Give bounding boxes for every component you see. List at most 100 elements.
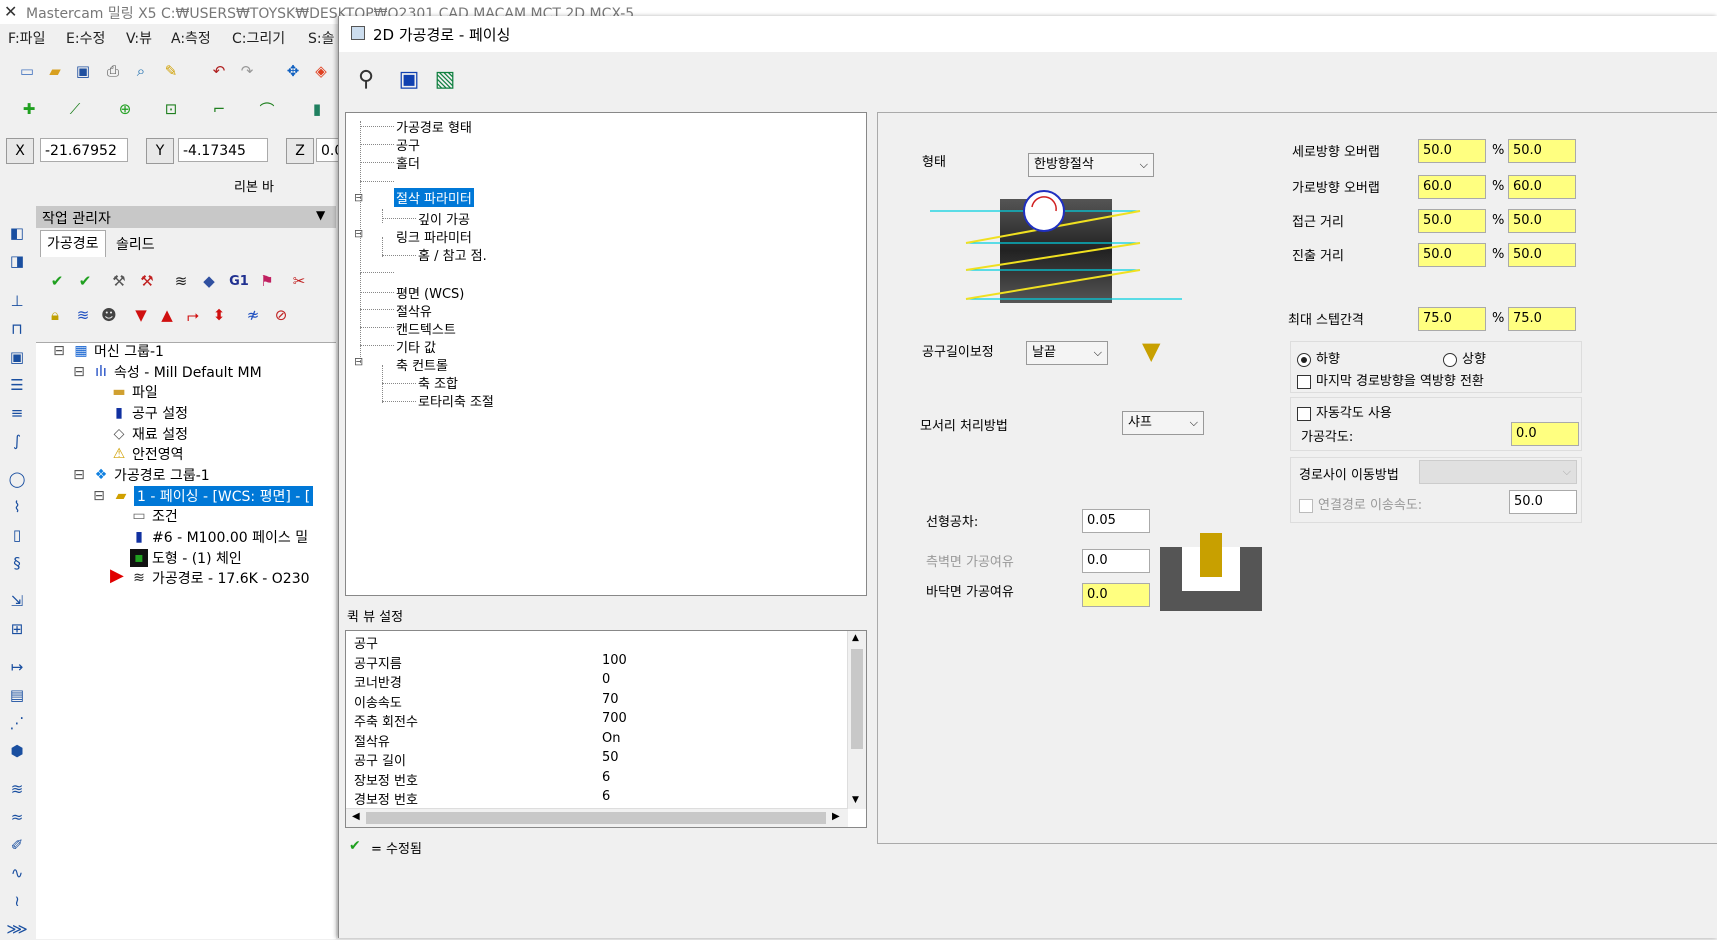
pan-icon[interactable]: ✥: [282, 60, 304, 82]
circle-icon[interactable]: ⊕: [114, 98, 136, 120]
regenerate-dirty-icon[interactable]: ⚒: [136, 270, 158, 292]
qv-horizontal-scrollbar[interactable]: ◀ ▶: [346, 808, 848, 827]
view-top-icon[interactable]: ◧: [4, 222, 30, 244]
new-file-icon[interactable]: ▭: [16, 60, 38, 82]
print-preview-icon[interactable]: ⌕: [130, 60, 152, 82]
link-feed-input[interactable]: 50.0: [1509, 490, 1577, 514]
overlap-pct-input[interactable]: 60.0: [1418, 175, 1486, 199]
spline-icon[interactable]: ⌒: [256, 98, 278, 120]
qv-vertical-scrollbar[interactable]: ▲ ▼: [847, 631, 866, 809]
overlap-value-input[interactable]: 50.0: [1508, 243, 1576, 267]
only-display-selected-icon[interactable]: ≉: [242, 304, 264, 326]
spiral-icon[interactable]: §: [4, 552, 30, 574]
tree-item-tool-settings[interactable]: ▮ 공구 설정: [110, 403, 188, 423]
nav-coolant[interactable]: 절삭유: [396, 301, 432, 320]
tree-item-parameters[interactable]: ▭ 조건: [130, 506, 177, 526]
style-select[interactable]: 한방향절삭 ⌵: [1028, 153, 1154, 177]
chart-icon[interactable]: ▤: [4, 684, 30, 706]
menu-view[interactable]: V:뷰: [126, 28, 152, 48]
move-up-icon[interactable]: ▲: [156, 304, 178, 326]
floor-stock-input[interactable]: 0.0: [1082, 583, 1150, 607]
nav-tool[interactable]: 공구: [396, 135, 420, 154]
insert-after-icon[interactable]: ⮣: [182, 304, 204, 326]
nav-linking-parameters[interactable]: 링크 파라미터: [396, 227, 472, 246]
surface-scallop-icon[interactable]: ≀: [4, 890, 30, 912]
tree-item-files[interactable]: ▬ 파일: [110, 382, 157, 402]
line-icon[interactable]: ⟋: [64, 98, 86, 120]
dimension-icon[interactable]: ↦: [4, 656, 30, 678]
nav-axis-control[interactable]: 축 컨트롤: [396, 355, 448, 374]
tree-item-geometry[interactable]: ▪ 도형 - (1) 체인: [130, 548, 242, 568]
angle-input[interactable]: 0.0: [1511, 422, 1579, 446]
lock-icon[interactable]: 🔒︎: [44, 304, 66, 326]
overlap-value-input[interactable]: 50.0: [1508, 209, 1576, 233]
redo-icon[interactable]: ↷: [236, 60, 258, 82]
nav-cut-parameters[interactable]: 절삭 파라미터: [394, 188, 474, 207]
scroll-up-icon[interactable]: ▲: [852, 633, 859, 643]
render-icon[interactable]: ◈: [310, 60, 332, 82]
tree-item-toolpath-group[interactable]: ⊟ ❖ 가공경로 그룹-1: [70, 465, 210, 485]
tool-comp-select[interactable]: 날끝 ⌵: [1026, 341, 1108, 365]
thread-icon[interactable]: ∫: [4, 430, 30, 452]
help-icon[interactable]: ⊘: [270, 304, 292, 326]
reverse-last-checkbox[interactable]: 마지막 경로방향을 역방향 전환: [1297, 370, 1484, 389]
overlap-pct-input[interactable]: 50.0: [1418, 139, 1486, 163]
scroll-to-insert-icon[interactable]: ⬍: [208, 304, 230, 326]
move-down-icon[interactable]: ▼: [130, 304, 152, 326]
auto-angle-checkbox[interactable]: 자동각도 사용: [1297, 402, 1392, 421]
nav-canned-text[interactable]: 캔드텍스트: [396, 319, 456, 338]
helix-bore-icon[interactable]: ⌇: [4, 496, 30, 518]
select-all-ops-icon[interactable]: ✔: [46, 270, 68, 292]
nest-icon[interactable]: ⊞: [4, 618, 30, 640]
stock-model-icon[interactable]: ⬢: [4, 740, 30, 762]
tree-item-safety-zone[interactable]: ⚠ 안전영역: [110, 444, 184, 464]
transform-icon[interactable]: ⇲: [4, 590, 30, 612]
backplot-icon[interactable]: ≋: [170, 270, 192, 292]
surface-pencil-icon[interactable]: ✐: [4, 834, 30, 856]
tab-toolpaths[interactable]: 가공경로: [40, 230, 106, 257]
menu-analyze[interactable]: A:측정: [171, 28, 211, 48]
surface-flowline-icon[interactable]: ∿: [4, 862, 30, 884]
surface-blend-icon[interactable]: ⋙: [4, 918, 30, 940]
nav-toolpath-type[interactable]: 가공경로 형태: [396, 117, 472, 136]
dropdown-arrow-icon[interactable]: ▼: [316, 208, 325, 222]
hint-icon[interactable]: ✎: [160, 60, 182, 82]
wall-stock-input[interactable]: 0.0: [1082, 549, 1150, 573]
overlap-pct-input[interactable]: 50.0: [1418, 209, 1486, 233]
scroll-right-icon[interactable]: ▶: [832, 811, 840, 822]
load-defaults-icon[interactable]: ▧: [431, 64, 459, 94]
tree-item-tool[interactable]: ▮ #6 - M100.00 페이스 밀: [130, 527, 308, 547]
surface-icon[interactable]: ▮: [306, 98, 328, 120]
contour-icon[interactable]: ⊓: [4, 318, 30, 340]
collapse-icon[interactable]: ⊟: [354, 355, 363, 368]
max-step-value-input[interactable]: 75.0: [1508, 307, 1576, 331]
z-coord-input[interactable]: 0.0: [316, 138, 343, 162]
collapse-icon[interactable]: ⊟: [354, 227, 363, 240]
nav-axis-combination[interactable]: 축 조합: [418, 373, 458, 392]
max-step-pct-input[interactable]: 75.0: [1418, 307, 1486, 331]
circle-mill-icon[interactable]: ◯: [4, 468, 30, 490]
collapse-icon[interactable]: ⊟: [354, 191, 363, 204]
dir-up-radio[interactable]: 상향: [1443, 348, 1486, 367]
scroll-down-icon[interactable]: ▼: [852, 795, 859, 805]
slot-icon[interactable]: ≡: [4, 402, 30, 424]
print-icon[interactable]: ⎙: [102, 60, 124, 82]
toggle-post-icon[interactable]: ☻: [98, 304, 120, 326]
open-folder-icon[interactable]: ▰: [44, 60, 66, 82]
corner-select[interactable]: 샤프 ⌵: [1122, 411, 1204, 435]
save-defaults-icon[interactable]: ▣: [395, 64, 423, 94]
tool-select-icon[interactable]: ⚲: [353, 64, 379, 94]
nav-misc-values[interactable]: 기타 값: [396, 337, 436, 356]
insert-arrow-icon[interactable]: ▶: [110, 565, 124, 586]
scroll-left-icon[interactable]: ◀: [352, 811, 360, 822]
x-coord-input[interactable]: -21.67952: [40, 138, 128, 162]
menu-solids[interactable]: S:솔: [308, 28, 334, 48]
y-coord-input[interactable]: -4.17345: [178, 138, 268, 162]
tree-item-properties[interactable]: ⊟ ılı 속성 - Mill Default MM: [70, 362, 262, 382]
fillet-icon[interactable]: ⌐: [208, 98, 230, 120]
scroll-thumb[interactable]: [851, 649, 863, 749]
delete-ops-icon[interactable]: ✂: [288, 270, 310, 292]
menu-edit[interactable]: E:수정: [66, 28, 105, 48]
nav-home-ref-points[interactable]: 홈 / 참고 점.: [418, 245, 487, 264]
nav-holder[interactable]: 홀더: [396, 153, 420, 172]
